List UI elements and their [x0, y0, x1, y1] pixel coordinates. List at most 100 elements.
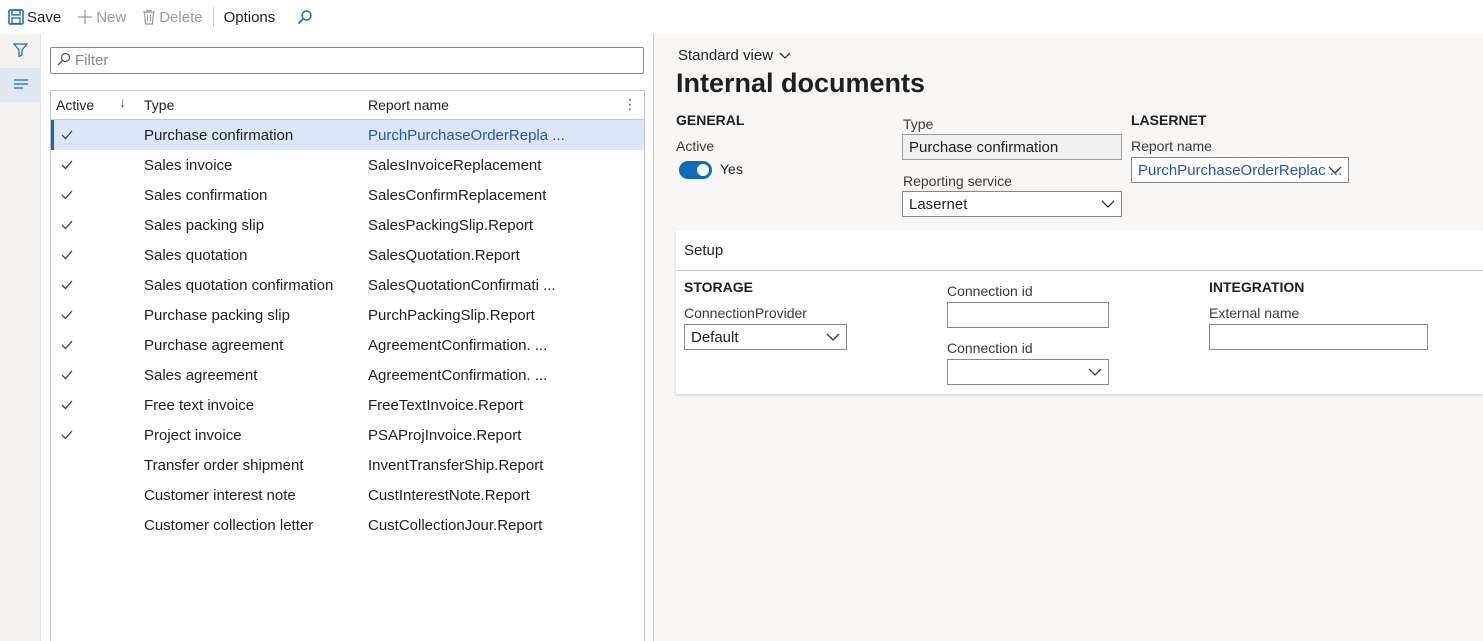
connection-id-input[interactable]	[947, 302, 1109, 328]
save-icon	[8, 9, 24, 25]
connection-provider-value: Default	[691, 328, 739, 346]
column-header-report-name[interactable]: Report name	[368, 97, 618, 113]
search-icon	[297, 9, 313, 25]
integration-heading: INTEGRATION	[1209, 279, 1305, 295]
table-row[interactable]: Purchase agreement AgreementConfirmation.…	[51, 330, 644, 360]
connection-id-label: Connection id	[947, 283, 1033, 299]
more-options-icon[interactable]: ⋮	[623, 96, 637, 113]
new-label: New	[96, 8, 127, 26]
plus-icon	[77, 9, 93, 25]
type-cell: Purchase agreement	[144, 336, 284, 354]
documents-grid: Active ↓ Type Report name ⋮ Purchase con…	[50, 90, 645, 641]
checkmark-icon	[51, 277, 144, 293]
active-value: Yes	[720, 161, 743, 177]
setup-section: Setup STORAGE ConnectionProvider Default…	[676, 230, 1483, 394]
type-cell: Customer interest note	[144, 486, 296, 504]
grid-body: Purchase confirmation PurchPurchaseOrderR…	[51, 120, 644, 540]
report-name-value[interactable]: PurchPurchaseOrderReplac ...	[1138, 162, 1342, 179]
type-cell: Purchase confirmation	[144, 126, 294, 144]
active-toggle[interactable]	[679, 161, 712, 179]
type-cell: Customer collection letter	[144, 516, 314, 534]
connection-id-dropdown[interactable]	[947, 359, 1109, 385]
external-name-input[interactable]	[1209, 324, 1428, 350]
checkmark-icon	[51, 427, 144, 443]
table-row[interactable]: Free text invoice FreeTextInvoice.Report	[51, 390, 644, 420]
report-name-cell: AgreementConfirmation. ...	[368, 366, 548, 384]
filter-input[interactable]: Filter	[50, 47, 644, 74]
report-name-cell: InventTransferShip.Report	[368, 456, 544, 474]
setup-header[interactable]: Setup	[676, 230, 1483, 271]
table-row[interactable]: Customer collection letter CustCollection…	[51, 510, 644, 540]
view-selector-label: Standard view	[678, 47, 774, 64]
column-header-type[interactable]: Type	[144, 97, 368, 113]
report-name-dropdown[interactable]: PurchPurchaseOrderReplac ...	[1131, 157, 1349, 183]
sort-descending-icon[interactable]: ↓	[119, 94, 126, 110]
delete-button[interactable]: Delete	[134, 0, 210, 34]
list-view-button[interactable]	[0, 68, 41, 102]
search-button[interactable]	[283, 0, 321, 34]
reporting-service-label: Reporting service	[903, 173, 1012, 189]
table-row[interactable]: Sales invoice SalesInvoiceReplacement	[51, 150, 644, 180]
save-button[interactable]: Save	[0, 0, 69, 34]
type-cell: Sales agreement	[144, 366, 258, 384]
table-row[interactable]: Sales confirmation SalesConfirmReplacemen…	[51, 180, 644, 210]
type-cell: Transfer order shipment	[144, 456, 304, 474]
table-row[interactable]: Purchase confirmation PurchPurchaseOrderR…	[51, 120, 644, 150]
checkmark-icon	[51, 127, 144, 143]
column-header-active[interactable]: Active ↓	[51, 94, 144, 113]
delete-label: Delete	[159, 8, 203, 26]
table-row[interactable]: Sales packing slip SalesPackingSlip.Repor…	[51, 210, 644, 240]
checkmark-icon	[51, 247, 144, 263]
table-row[interactable]: Customer interest note CustInterestNote.R…	[51, 480, 644, 510]
report-name-label: Report name	[1131, 138, 1212, 154]
report-name-cell: PurchPackingSlip.Report	[368, 306, 535, 324]
chevron-down-icon	[1101, 197, 1115, 215]
table-row[interactable]: Transfer order shipment InventTransferShi…	[51, 450, 644, 480]
type-cell: Free text invoice	[144, 396, 255, 414]
table-row[interactable]: Purchase packing slip PurchPackingSlip.Re…	[51, 300, 644, 330]
grid-header: Active ↓ Type Report name ⋮	[51, 91, 644, 120]
type-field: Purchase confirmation	[902, 134, 1122, 160]
options-button[interactable]: Options	[216, 0, 284, 34]
new-button[interactable]: New	[69, 0, 134, 34]
reporting-service-dropdown[interactable]: Lasernet	[902, 191, 1122, 217]
checkmark-icon	[51, 307, 144, 323]
chevron-down-icon	[1328, 163, 1342, 181]
general-heading: GENERAL	[676, 112, 745, 128]
report-name-cell: PSAProjInvoice.Report	[368, 426, 522, 444]
type-cell: Project invoice	[144, 426, 242, 444]
report-name-cell: SalesConfirmReplacement	[368, 186, 547, 204]
external-name-label: External name	[1209, 305, 1300, 321]
details-pane: Standard view Internal documents GENERAL…	[654, 34, 1483, 641]
checkmark-icon	[51, 397, 144, 413]
checkmark-icon	[51, 217, 144, 233]
table-row[interactable]: Sales quotation SalesQuotation.Report	[51, 240, 644, 270]
active-label: Active	[676, 138, 715, 154]
report-name-cell: AgreementConfirmation. ...	[368, 336, 548, 354]
funnel-icon	[12, 42, 29, 60]
navigation-strip	[0, 34, 41, 641]
report-name-cell[interactable]: PurchPurchaseOrderRepla ...	[368, 127, 618, 144]
report-name-cell: SalesPackingSlip.Report	[368, 216, 534, 234]
checkmark-icon	[51, 337, 144, 353]
action-pane: Save New Delete Options	[0, 0, 1483, 34]
filter-pane-button[interactable]	[0, 34, 41, 68]
page-title: Internal documents	[676, 68, 926, 98]
lasernet-heading: LASERNET	[1131, 112, 1207, 128]
table-row[interactable]: Sales agreement AgreementConfirmation. ..…	[51, 360, 644, 390]
type-value: Purchase confirmation	[909, 138, 1059, 156]
chevron-down-icon	[779, 47, 791, 64]
filter-placeholder: Filter	[75, 52, 109, 69]
checkmark-icon	[51, 157, 144, 173]
table-row[interactable]: Project invoice PSAProjInvoice.Report	[51, 420, 644, 450]
table-row[interactable]: Sales quotation confirmation SalesQuotati…	[51, 270, 644, 300]
connection-provider-dropdown[interactable]: Default	[684, 324, 847, 350]
type-label: Type	[903, 116, 934, 132]
chevron-down-icon	[826, 330, 840, 348]
type-cell: Sales quotation confirmation	[144, 276, 334, 294]
view-selector[interactable]: Standard view	[678, 47, 791, 64]
trash-icon	[142, 9, 156, 25]
list-pane: Filter Active ↓ Type Report name ⋮ Purch…	[41, 34, 653, 641]
report-name-cell: FreeTextInvoice.Report	[368, 396, 524, 414]
type-cell: Sales quotation	[144, 246, 248, 264]
